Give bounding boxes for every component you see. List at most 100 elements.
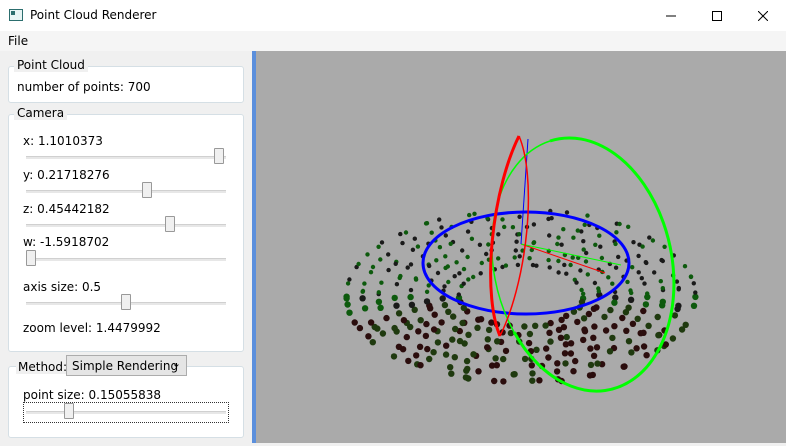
cloud-point [690, 302, 698, 309]
cloud-point [496, 232, 501, 237]
cloud-point [465, 229, 471, 234]
cloud-point [424, 289, 430, 294]
cloud-point [423, 298, 431, 305]
cloud-point [464, 365, 471, 373]
cloud-point [628, 349, 635, 356]
slider-track [26, 224, 226, 227]
cloud-point [456, 337, 464, 345]
cloud-point [613, 265, 619, 270]
cloud-point [529, 377, 536, 384]
slider-thumb[interactable] [164, 216, 175, 232]
maximize-button[interactable] [694, 0, 740, 31]
cloud-point [642, 301, 650, 308]
camera-z-label: z: 0.45442182 [23, 202, 110, 216]
menu-file[interactable]: File [8, 34, 28, 48]
cloud-point [461, 281, 466, 286]
camera-w-slider[interactable] [26, 250, 226, 268]
cloud-point [596, 289, 601, 294]
cloud-point [553, 368, 561, 375]
cloud-point [546, 257, 551, 263]
point-size-slider[interactable] [26, 403, 226, 421]
slider-thumb[interactable] [141, 182, 152, 198]
cloud-point [558, 316, 565, 324]
cloud-point [562, 360, 569, 367]
cloud-point [625, 279, 630, 285]
cloud-point [408, 287, 414, 293]
method-select[interactable]: Simple Rendering ⌄ [66, 355, 187, 376]
axis-size-label: axis size: 0.5 [23, 280, 102, 294]
cloud-point [513, 248, 518, 253]
axis-size-slider[interactable] [26, 294, 226, 312]
cloud-point [383, 314, 390, 322]
cloud-point [585, 310, 593, 318]
cloud-point [592, 280, 598, 286]
cloud-point [477, 242, 483, 247]
cloud-point [465, 254, 470, 260]
cloud-point [557, 334, 565, 341]
cloud-point [413, 276, 419, 281]
camera-x-slider[interactable] [26, 148, 226, 166]
maximize-icon [712, 10, 722, 21]
cloud-point [630, 265, 635, 270]
cloud-point [693, 290, 698, 295]
cloud-point [659, 302, 666, 309]
cloud-point [462, 374, 470, 381]
cloud-point [556, 270, 561, 275]
cloud-point [485, 326, 493, 334]
cloud-point [620, 363, 627, 370]
close-button[interactable] [740, 0, 786, 31]
cloud-point [562, 262, 567, 268]
cloud-point [629, 290, 634, 296]
cloud-point [442, 351, 450, 358]
cloud-point [450, 313, 457, 320]
title-bar: Point Cloud Renderer [0, 0, 786, 31]
cloud-point [534, 263, 539, 268]
cloud-point [367, 319, 375, 326]
cloud-point [448, 241, 453, 246]
cloud-point [343, 295, 350, 302]
cloud-point [570, 255, 575, 260]
cloud-point [529, 370, 536, 377]
cloud-point [394, 282, 400, 287]
slider-track [26, 190, 226, 193]
x-axis-ring-back [499, 135, 530, 337]
cloud-point [622, 309, 630, 316]
cloud-point [517, 232, 522, 237]
cloud-point [445, 308, 452, 315]
cloud-point [555, 326, 563, 333]
cloud-point [640, 343, 648, 350]
cloud-point [391, 294, 398, 302]
cloud-point [631, 240, 636, 245]
cloud-point [559, 242, 564, 247]
cloud-point [362, 281, 367, 286]
camera-y-slider[interactable] [26, 182, 226, 200]
cloud-point [674, 305, 681, 313]
minimize-icon [666, 15, 676, 16]
cloud-point [417, 362, 424, 369]
slider-thumb[interactable] [64, 403, 74, 419]
cloud-point [532, 322, 539, 329]
close-icon [758, 10, 768, 21]
slider-thumb[interactable] [214, 148, 225, 164]
render-viewport[interactable] [256, 51, 786, 443]
cloud-point [405, 357, 412, 365]
slider-thumb[interactable] [121, 294, 131, 310]
cloud-point [655, 332, 662, 339]
cloud-point [460, 248, 465, 253]
cloud-point [602, 327, 610, 334]
cloud-point [391, 324, 398, 332]
cloud-point [581, 239, 586, 244]
minimize-button[interactable] [648, 0, 694, 31]
cloud-point [606, 275, 611, 280]
cloud-point [617, 221, 622, 227]
cloud-point [442, 284, 447, 289]
slider-thumb[interactable] [26, 250, 36, 266]
point-cloud [343, 208, 699, 385]
cloud-point [451, 354, 458, 361]
cloud-point [514, 239, 519, 244]
cloud-point [607, 306, 614, 314]
cloud-point [496, 256, 501, 261]
cloud-point [438, 319, 445, 326]
camera-z-slider[interactable] [26, 216, 226, 234]
cloud-point [424, 221, 430, 226]
